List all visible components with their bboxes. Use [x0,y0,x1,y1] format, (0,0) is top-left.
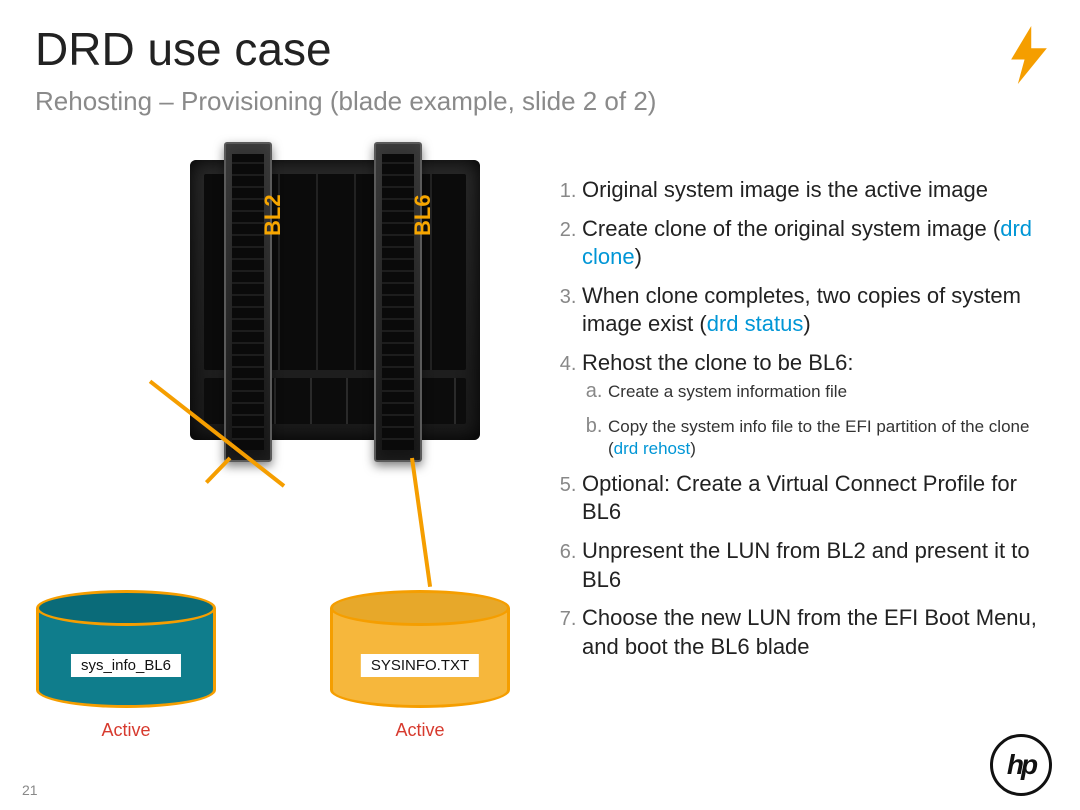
disk-left-status: Active [36,720,216,741]
diagram: BL2 BL6 sys_info_BL6 Active SYSINFO.TXT … [30,160,540,780]
step-3: When clone completes, two copies of syst… [582,282,1046,339]
slide-title: DRD use case [35,22,332,76]
step-1: Original system image is the active imag… [582,176,1046,205]
connector-line [205,457,231,484]
step-4a: Create a system information file [608,378,1046,403]
disk-right: SYSINFO.TXT Active [330,590,510,708]
blade-bl6 [374,142,422,462]
cmd-drd-rehost: drd rehost [614,439,691,458]
slide: DRD use case Rehosting – Provisioning (b… [0,0,1080,810]
step-7: Choose the new LUN from the EFI Boot Men… [582,604,1046,661]
slide-subtitle: Rehosting – Provisioning (blade example,… [35,86,656,117]
step-6: Unpresent the LUN from BL2 and present i… [582,537,1046,594]
step-4: Rehost the clone to be BL6: Create a sys… [582,349,1046,460]
label-bl2: BL2 [260,194,286,236]
cmd-drd-status: drd status [707,311,804,336]
disk-left-tag: sys_info_BL6 [71,654,181,677]
step-2: Create clone of the original system imag… [582,215,1046,272]
label-bl6: BL6 [410,194,436,236]
connector-line [410,458,432,587]
lightning-icon [1006,26,1052,84]
disk-right-status: Active [330,720,510,741]
page-number: 21 [22,782,38,798]
steps-list: Original system image is the active imag… [556,176,1046,671]
disk-right-tag: SYSINFO.TXT [361,654,479,677]
blade-bl2 [224,142,272,462]
step-5: Optional: Create a Virtual Connect Profi… [582,470,1046,527]
disk-left: sys_info_BL6 Active [36,590,216,708]
hp-logo: hp [990,734,1052,796]
step-4b: Copy the system info file to the EFI par… [608,413,1046,460]
